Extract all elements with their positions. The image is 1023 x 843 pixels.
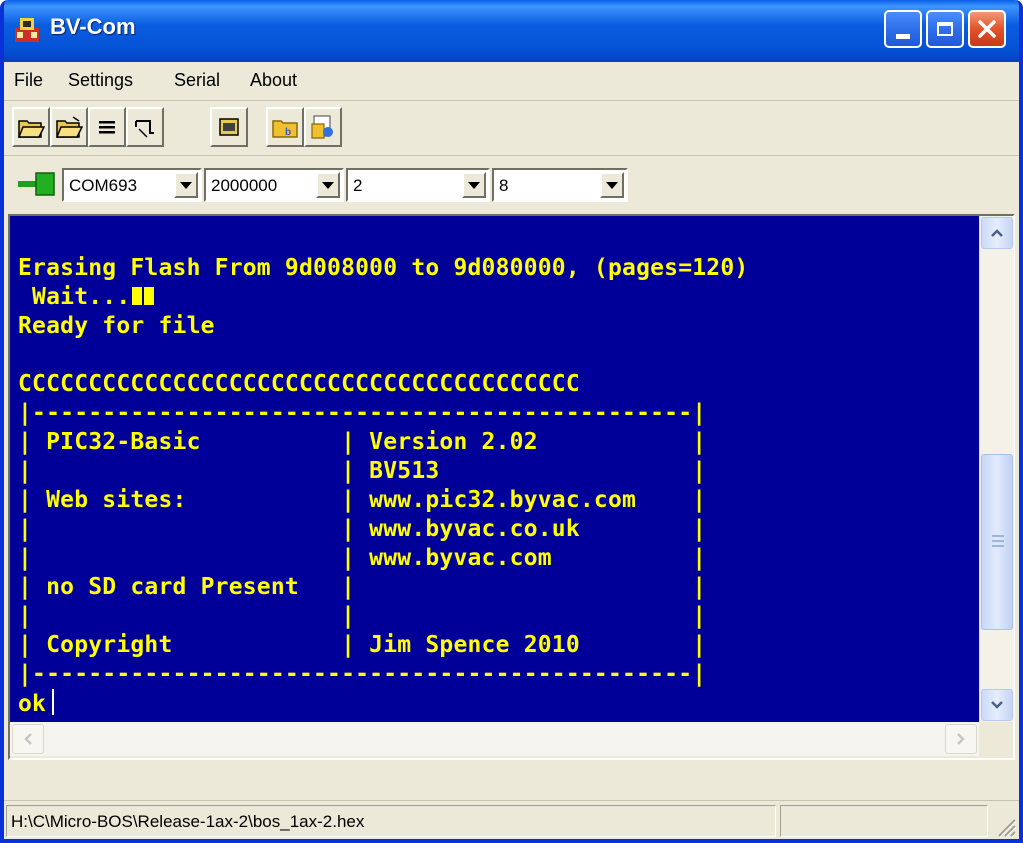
scroll-right-button[interactable] <box>945 724 977 754</box>
open-folder-icon <box>17 120 45 138</box>
port-select[interactable]: COM693 <box>62 168 202 202</box>
text-cursor <box>52 689 55 715</box>
window-title: BV-Com <box>50 14 136 39</box>
chevron-down-icon[interactable] <box>462 172 486 198</box>
list-button[interactable] <box>88 107 126 147</box>
open-alt-button[interactable] <box>50 107 88 147</box>
scroll-down-button[interactable] <box>981 689 1013 721</box>
folder-b-button[interactable]: b <box>266 107 304 147</box>
line-9: | | www.byvac.co.uk | <box>18 516 707 542</box>
maximize-icon <box>937 22 953 36</box>
cable-button[interactable] <box>126 107 164 147</box>
data-bits-select[interactable]: 8 <box>492 168 628 202</box>
open-folder-alt-icon <box>55 116 83 138</box>
line-5: |---------------------------------------… <box>18 400 707 426</box>
close-button[interactable] <box>968 10 1006 48</box>
prompt: ok <box>18 691 47 717</box>
scroll-left-button[interactable] <box>12 724 44 754</box>
resize-grip-icon[interactable] <box>995 816 1017 838</box>
line-10: | | www.byvac.com | <box>18 545 707 571</box>
chevron-right-icon <box>957 733 965 745</box>
main-toolbar: b <box>4 101 1019 156</box>
folder-page-button[interactable] <box>304 107 342 147</box>
minimize-icon <box>896 33 910 39</box>
menu-about[interactable]: About <box>250 70 297 91</box>
window-icon <box>219 118 239 136</box>
app-icon <box>15 18 39 42</box>
line-11: | no SD card Present | | <box>18 574 707 600</box>
connection-toolbar: COM693 2000000 2 8 <box>4 156 1019 212</box>
maximize-button[interactable] <box>926 10 964 48</box>
scroll-up-button[interactable] <box>981 217 1013 249</box>
chevron-down-icon[interactable] <box>316 172 340 198</box>
line-13: | Copyright | Jim Spence 2010 | <box>18 632 707 658</box>
line-1: Wait... <box>18 284 131 310</box>
menu-file[interactable]: File <box>14 70 43 91</box>
chevron-down-icon[interactable] <box>174 172 198 198</box>
horizontal-scrollbar[interactable] <box>10 722 979 756</box>
stop-bits-select[interactable]: 2 <box>346 168 490 202</box>
svg-text:b: b <box>285 127 291 138</box>
scroll-corner <box>979 722 1013 756</box>
baud-select[interactable]: 2000000 <box>204 168 344 202</box>
menu-serial[interactable]: Serial <box>174 70 220 91</box>
app-window: BV-Com File Settings Serial About b COM6… <box>0 0 1023 843</box>
line-7: | | BV513 | <box>18 458 707 484</box>
scroll-thumb[interactable] <box>981 454 1013 631</box>
open-button[interactable] <box>12 107 50 147</box>
chevron-down-icon <box>991 701 1003 709</box>
title-bar[interactable]: BV-Com <box>4 0 1019 62</box>
line-14: |---------------------------------------… <box>18 661 707 687</box>
line-12: | | | <box>18 603 707 629</box>
window-button[interactable] <box>210 107 248 147</box>
line-2: Ready for file <box>18 313 215 339</box>
minimize-button[interactable] <box>884 10 922 48</box>
chevron-down-icon[interactable] <box>600 172 624 198</box>
line-4: CCCCCCCCCCCCCCCCCCCCCCCCCCCCCCCCCCCCCCCC <box>18 371 580 397</box>
cable-icon <box>135 120 154 138</box>
terminal-text: Erasing Flash From 9d008000 to 9d080000,… <box>18 254 748 719</box>
line-0: Erasing Flash From 9d008000 to 9d080000,… <box>18 255 749 281</box>
terminal-output[interactable]: Erasing Flash From 9d008000 to 9d080000,… <box>10 216 979 722</box>
menu-bar: File Settings Serial About <box>4 62 1019 101</box>
line-6: | PIC32-Basic | Version 2.02 | <box>18 429 707 455</box>
plug-connect-icon[interactable] <box>16 170 60 198</box>
vertical-scrollbar[interactable] <box>979 216 1014 722</box>
line-8: | Web sites: | www.pic32.byvac.com | <box>18 487 707 513</box>
chevron-up-icon <box>991 229 1003 237</box>
status-panel-2 <box>780 805 988 837</box>
menu-settings[interactable]: Settings <box>68 70 133 91</box>
folder-b-icon: b <box>272 120 298 138</box>
list-icon <box>99 121 115 134</box>
terminal-frame: Erasing Flash From 9d008000 to 9d080000,… <box>8 214 1015 760</box>
folder-page-icon <box>311 115 333 139</box>
close-icon <box>978 20 996 38</box>
chevron-left-icon <box>24 733 32 745</box>
status-file-path: H:\C\Micro-BOS\Release-1ax-2\bos_1ax-2.h… <box>6 805 776 837</box>
status-bar: H:\C\Micro-BOS\Release-1ax-2\bos_1ax-2.h… <box>4 800 1019 839</box>
